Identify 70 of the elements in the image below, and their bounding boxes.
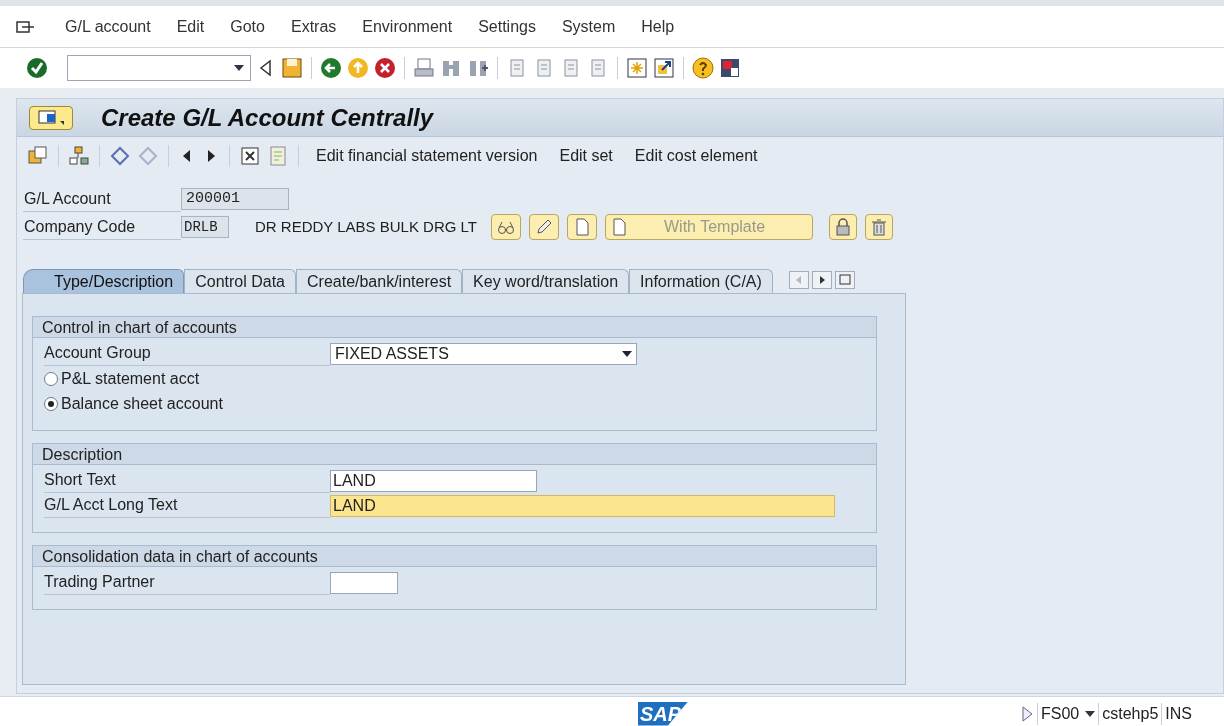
toolbar-button[interactable]: Edit set (551, 144, 621, 168)
radio-button[interactable] (44, 396, 58, 411)
trash-icon (870, 218, 888, 236)
back-icon[interactable] (320, 57, 342, 79)
field-label: G/L Acct Long Text (44, 493, 330, 518)
lock-icon (834, 218, 852, 236)
tab[interactable]: Key word/translation (462, 269, 630, 293)
input-field[interactable]: LAND (330, 469, 537, 492)
screen-title: Create G/L Account Centrally (101, 102, 434, 133)
readonly-field: DRLB (181, 216, 229, 238)
field-label: Trading Partner (44, 570, 330, 595)
blank-page-icon (573, 218, 591, 236)
menu-button[interactable] (29, 105, 73, 130)
tab[interactable]: Create/bank/interest (296, 269, 463, 293)
group-title: Consolidation data in chart of accounts (33, 546, 876, 567)
copy-icon[interactable] (27, 145, 49, 167)
company-name: DR REDDY LABS BULK DRG LT (255, 216, 478, 237)
dropdown-arrow-icon (1085, 710, 1096, 717)
expand-status-icon[interactable] (1020, 704, 1034, 723)
field-label: Account Group (44, 341, 330, 366)
delete-document-icon[interactable] (239, 145, 261, 167)
tab[interactable]: Control Data (184, 269, 296, 293)
system-name: cstehp5 (1102, 703, 1159, 724)
print-icon[interactable] (413, 57, 435, 79)
menu-item[interactable]: G/L account (52, 14, 164, 39)
display-button[interactable] (491, 214, 521, 240)
menu-item[interactable]: Help (628, 14, 688, 39)
transaction-code[interactable]: FS00 (1041, 701, 1096, 726)
save-icon[interactable] (281, 57, 303, 79)
input-field[interactable] (330, 571, 398, 594)
menu-item[interactable]: Goto (217, 14, 278, 39)
input-mode: INS (1165, 703, 1192, 724)
dropdown-arrow-icon (622, 350, 632, 357)
logo: SAP (638, 701, 688, 726)
shortcut-icon[interactable] (653, 57, 675, 79)
delete-button[interactable] (865, 214, 893, 240)
screen-menu-icon (36, 108, 66, 127)
readonly-field: 200001 (181, 188, 289, 210)
group-title: Description (33, 444, 876, 465)
input-field[interactable]: LAND (330, 494, 835, 517)
exit-menu-icon[interactable] (16, 18, 36, 35)
menu-item[interactable]: Environment (349, 14, 466, 39)
help-icon[interactable] (692, 57, 714, 79)
radio-label: P&L statement acct (61, 368, 200, 389)
hierarchy-icon[interactable] (68, 145, 90, 167)
menu-item[interactable]: Settings (465, 14, 549, 39)
radio-label: Balance sheet account (61, 393, 223, 414)
command-field[interactable] (67, 55, 251, 81)
toolbar-button[interactable]: Edit cost element (626, 144, 766, 168)
tab-right-icon[interactable] (811, 271, 832, 289)
create-button[interactable] (567, 214, 597, 240)
pencil-icon (535, 218, 553, 236)
radio-button[interactable] (44, 371, 58, 386)
cancel-icon[interactable] (374, 57, 396, 79)
lock-button[interactable] (829, 214, 857, 240)
menu-item[interactable]: Extras (277, 14, 350, 39)
layout-icon[interactable] (719, 57, 741, 79)
toolbar-button[interactable]: Edit financial statement version (308, 144, 546, 168)
field-label: Short Text (44, 468, 330, 493)
blank-page-icon (610, 218, 628, 236)
menu-item[interactable]: System (548, 14, 629, 39)
tab[interactable]: Type/Description (23, 269, 185, 293)
dropdown-arrow-icon (234, 65, 244, 71)
dropdown-field[interactable]: FIXED ASSETS (330, 342, 637, 365)
menu-item[interactable]: Edit (163, 14, 218, 39)
change-button[interactable] (529, 214, 559, 240)
group-title: Control in chart of accounts (33, 317, 876, 338)
new-window-icon[interactable] (626, 57, 648, 79)
tab[interactable]: Information (C/A) (629, 269, 773, 293)
checkmark-icon[interactable] (26, 57, 48, 79)
